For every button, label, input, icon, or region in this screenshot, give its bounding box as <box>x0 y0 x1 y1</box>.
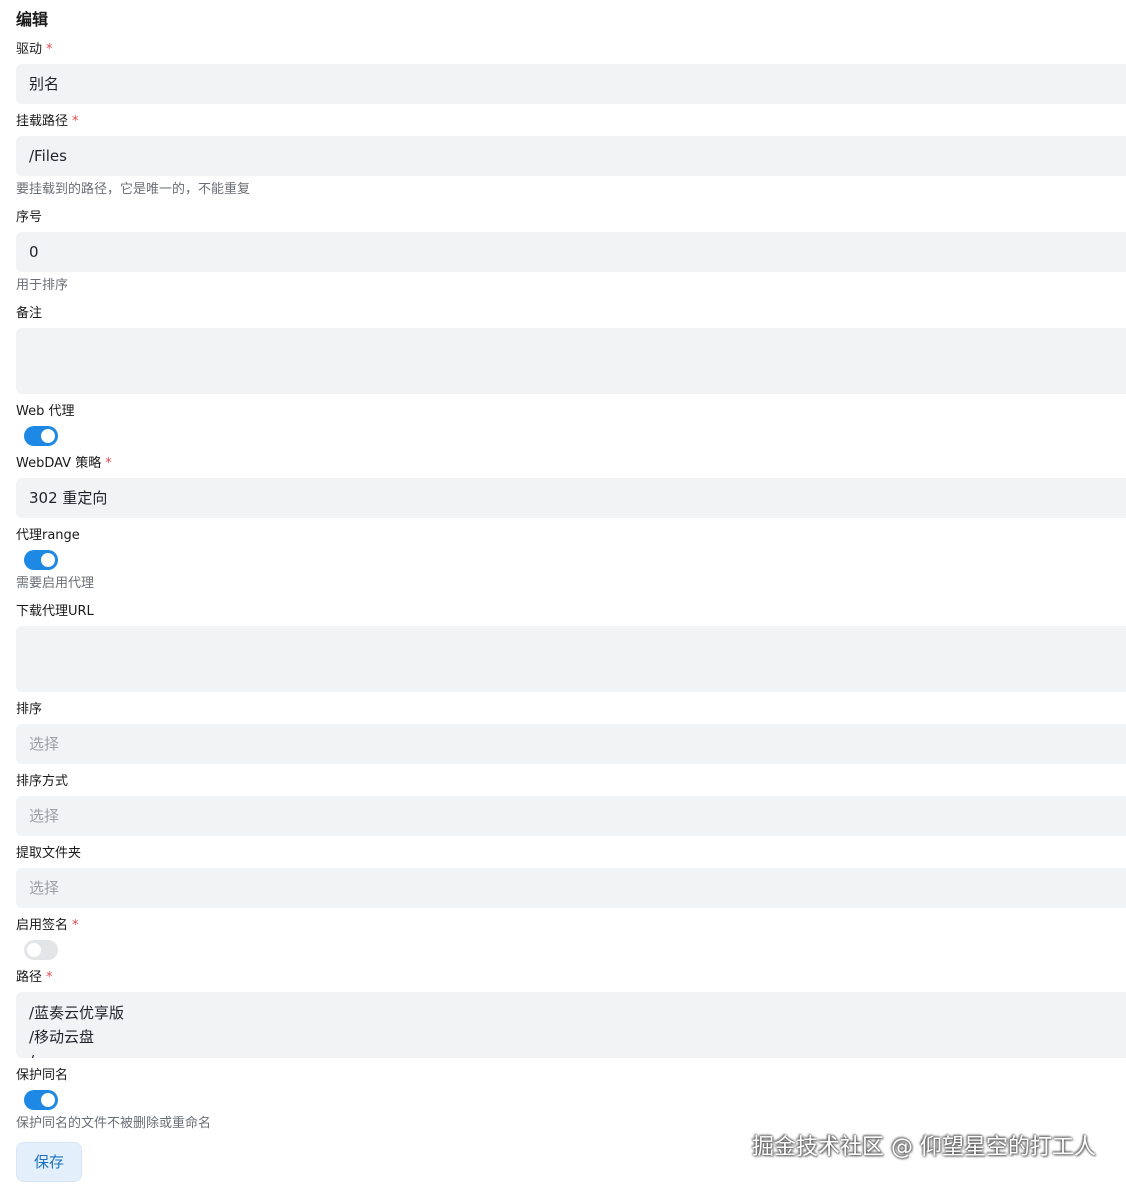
mount-path-help: 要挂载到的路径，它是唯一的，不能重复 <box>16 182 251 197</box>
order-help: 用于排序 <box>16 278 69 293</box>
download-proxy-url-textarea[interactable] <box>16 626 1126 692</box>
toggle-knob <box>41 429 55 443</box>
driver-label-text: 驱动 <box>16 42 43 57</box>
webdav-policy-label: WebDAV 策略 * <box>16 455 112 473</box>
extract-folder-label-text: 提取文件夹 <box>16 846 82 861</box>
proxy-range-toggle[interactable] <box>24 550 58 570</box>
remark-textarea[interactable] <box>16 328 1126 394</box>
order-label: 序号 <box>16 209 42 227</box>
web-proxy-toggle[interactable] <box>24 426 58 446</box>
paths-textarea[interactable]: /蓝奏云优享版 /移动云盘 /... <box>16 992 1126 1058</box>
sort-direction-label: 排序方式 <box>16 773 68 791</box>
download-proxy-url-label: 下载代理URL <box>16 603 94 621</box>
remark-label: 备注 <box>16 305 42 323</box>
sort-direction-label-text: 排序方式 <box>16 774 69 789</box>
required-mark: * <box>105 456 112 471</box>
mount-path-label-text: 挂载路径 <box>16 114 69 129</box>
sort-label-text: 排序 <box>16 702 43 717</box>
extract-folder-label: 提取文件夹 <box>16 845 81 863</box>
required-mark: * <box>72 114 79 129</box>
protect-same-name-toggle[interactable] <box>24 1090 58 1110</box>
protect-same-name-label: 保护同名 <box>16 1067 68 1085</box>
sort-label: 排序 <box>16 701 42 719</box>
webdav-policy-select[interactable]: 302 重定向 <box>16 478 1126 518</box>
proxy-range-help: 需要启用代理 <box>16 576 95 591</box>
remark-label-text: 备注 <box>16 306 43 321</box>
toggle-knob <box>41 1093 55 1107</box>
enable-sign-label-text: 启用签名 <box>16 918 69 933</box>
protect-same-name-help: 保护同名的文件不被删除或重命名 <box>16 1116 212 1131</box>
required-mark: * <box>46 42 53 57</box>
order-input[interactable]: 0 <box>16 232 1126 272</box>
path-line: /移动云盘 <box>29 1028 95 1046</box>
paths-label: 路径 * <box>16 969 53 987</box>
required-mark: * <box>46 970 53 985</box>
web-proxy-label: Web 代理 <box>16 403 74 421</box>
page-title: 编辑 <box>16 10 49 29</box>
sort-direction-select[interactable]: 选择 <box>16 796 1126 836</box>
webdav-policy-label-text: WebDAV 策略 <box>16 456 102 471</box>
enable-sign-label: 启用签名 * <box>16 917 79 935</box>
paths-label-text: 路径 <box>16 970 43 985</box>
order-label-text: 序号 <box>16 210 43 225</box>
web-proxy-label-text: Web 代理 <box>16 404 75 419</box>
sort-select[interactable]: 选择 <box>16 724 1126 764</box>
save-button[interactable]: 保存 <box>16 1142 82 1182</box>
required-mark: * <box>72 918 79 933</box>
mount-path-input[interactable]: /Files <box>16 136 1126 176</box>
driver-label: 驱动 * <box>16 41 53 59</box>
proxy-range-label-text: 代理range <box>16 528 80 543</box>
toggle-knob <box>41 553 55 567</box>
enable-sign-toggle[interactable] <box>24 940 58 960</box>
proxy-range-label: 代理range <box>16 527 80 545</box>
driver-select[interactable]: 别名 <box>16 64 1126 104</box>
mount-path-label: 挂载路径 * <box>16 113 79 131</box>
download-proxy-url-label-text: 下载代理URL <box>16 604 94 619</box>
path-line: /... <box>29 1049 1113 1058</box>
watermark-text: 掘金技术社区 @ 仰望星空的打工人 <box>752 1135 1096 1160</box>
toggle-knob <box>27 943 41 957</box>
path-line: /蓝奏云优享版 <box>29 1004 125 1022</box>
extract-folder-select[interactable]: 选择 <box>16 868 1126 908</box>
protect-same-name-label-text: 保护同名 <box>16 1068 69 1083</box>
